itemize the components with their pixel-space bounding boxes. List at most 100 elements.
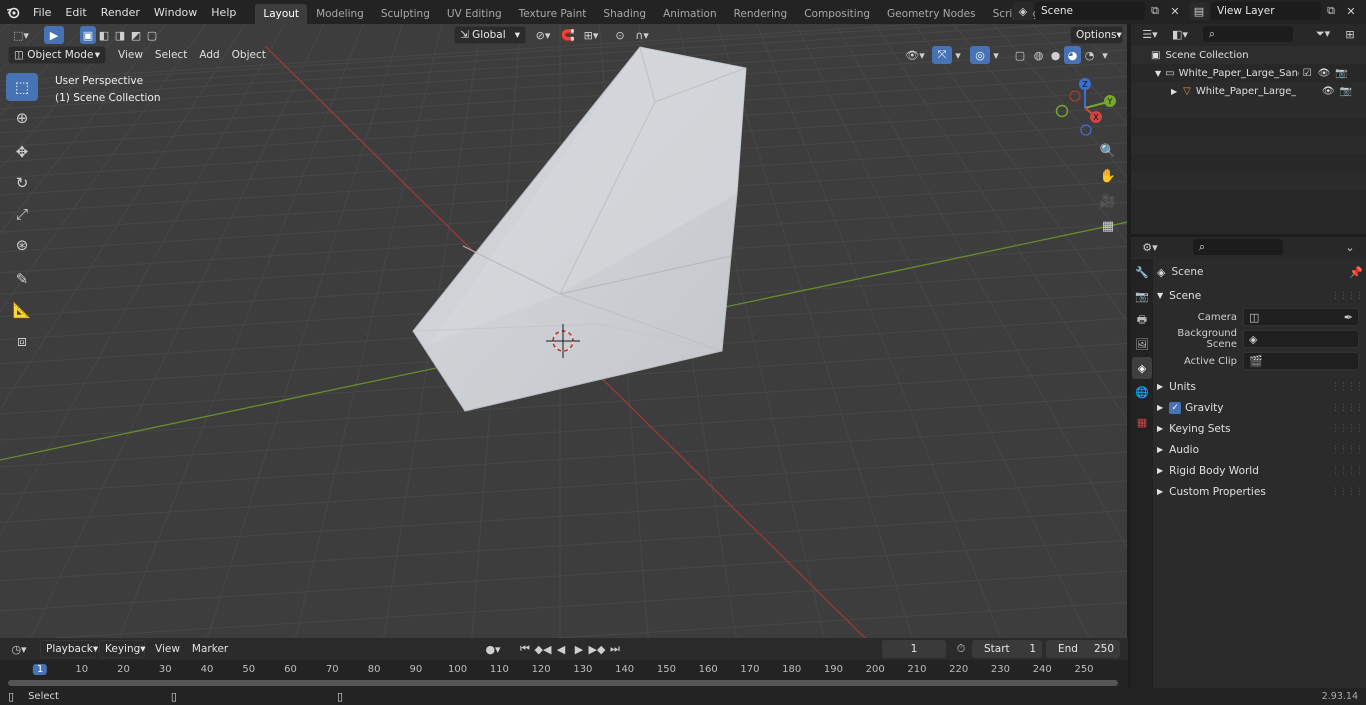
menu-view[interactable]: View: [112, 46, 149, 64]
tab-compositing[interactable]: Compositing: [796, 4, 878, 24]
custom-properties-panel-header[interactable]: ▶ Custom Properties ⋮⋮⋮⋮: [1157, 481, 1364, 502]
delete-view-layer-icon[interactable]: ✕: [1341, 2, 1361, 20]
output-tab-icon[interactable]: 🖶: [1132, 309, 1152, 331]
current-frame-indicator[interactable]: 1: [32, 664, 48, 675]
select-subtract-icon[interactable]: ◨: [112, 26, 128, 44]
pan-hand-icon[interactable]: ✋: [1097, 165, 1119, 187]
camera-render-icon[interactable]: 📷: [1340, 86, 1352, 97]
view-layer-icon[interactable]: ▤: [1189, 2, 1209, 20]
gizmo-neg-z[interactable]: [1080, 124, 1092, 136]
tab-uv-editing[interactable]: UV Editing: [439, 4, 510, 24]
new-view-layer-icon[interactable]: ⧉: [1321, 2, 1341, 20]
gravity-panel-header[interactable]: ▶ ✓ Gravity ⋮⋮⋮⋮: [1157, 397, 1364, 418]
zoom-icon[interactable]: 🔍: [1097, 140, 1119, 162]
audio-panel-header[interactable]: ▶ Audio ⋮⋮⋮⋮: [1157, 439, 1364, 460]
camera-field[interactable]: ◫ ✒: [1243, 308, 1359, 326]
measure-tool-icon[interactable]: 📐: [6, 296, 38, 324]
pin-icon[interactable]: 📌: [1349, 266, 1363, 279]
eye-icon[interactable]: 👁: [1322, 86, 1335, 97]
cursor-tool-icon[interactable]: ⊕: [6, 104, 38, 132]
gizmo-neg-x[interactable]: [1069, 90, 1081, 102]
navigation-gizmo[interactable]: Z Y X: [1050, 74, 1124, 140]
scene-field[interactable]: Scene: [1035, 2, 1145, 20]
play-reverse-icon[interactable]: ◀: [552, 640, 570, 658]
tab-animation[interactable]: Animation: [655, 4, 725, 24]
select-invert-icon[interactable]: ◩: [128, 26, 144, 44]
drag-handle-icon[interactable]: ⋮⋮⋮⋮: [1331, 445, 1364, 455]
select-extend-icon[interactable]: ◧: [96, 26, 112, 44]
gizmo-neg-y[interactable]: [1055, 104, 1069, 118]
editor-type-icon[interactable]: ⬚▾: [8, 26, 34, 44]
outliner-collection-row[interactable]: ▼ ▭ White_Paper_Large_Sandwich ☑ 👁 📷: [1131, 64, 1366, 82]
menu-object[interactable]: Object: [226, 46, 272, 64]
orientation-dropdown[interactable]: ⇲ Global ▾: [454, 26, 526, 44]
tab-layout[interactable]: Layout: [255, 4, 308, 24]
menu-add[interactable]: Add: [193, 46, 225, 64]
select-box-tool-icon[interactable]: ⬚: [6, 73, 38, 101]
drag-handle-icon[interactable]: ⋮⋮⋮⋮: [1331, 466, 1364, 476]
select-new-icon[interactable]: ▣: [80, 26, 96, 44]
outliner-object-row[interactable]: ▶ ▽ White_Paper_Large_Sanc 👁 📷: [1131, 82, 1366, 100]
eye-icon[interactable]: 👁: [1318, 68, 1331, 79]
menu-help[interactable]: Help: [204, 0, 243, 24]
chevron-down-icon[interactable]: ▾: [952, 46, 964, 64]
overlays-toggle-icon[interactable]: ◎: [970, 46, 990, 64]
mode-dropdown[interactable]: ◫ Object Mode ▾: [8, 46, 106, 64]
filter-icon[interactable]: ⏷▾: [1310, 25, 1336, 43]
pivot-point-icon[interactable]: ⊘▾: [530, 26, 556, 44]
drag-handle-icon[interactable]: ⋮⋮⋮⋮: [1331, 291, 1364, 301]
world-tab-icon[interactable]: 🌐: [1132, 381, 1152, 403]
rotate-tool-icon[interactable]: ↻: [6, 169, 38, 197]
start-frame-field[interactable]: Start 1: [972, 640, 1042, 658]
prev-keyframe-icon[interactable]: ◆◀: [534, 640, 552, 658]
drag-handle-icon[interactable]: ⋮⋮⋮⋮: [1331, 403, 1364, 413]
drag-handle-icon[interactable]: ⋮⋮⋮⋮: [1331, 424, 1364, 434]
tab-rendering[interactable]: Rendering: [726, 4, 796, 24]
gravity-checkbox[interactable]: ✓: [1169, 401, 1182, 414]
end-frame-field[interactable]: End 250: [1046, 640, 1120, 658]
eyedropper-icon[interactable]: ✒: [1344, 311, 1353, 324]
camera-view-icon[interactable]: 🎥: [1097, 190, 1119, 212]
active-clip-field[interactable]: 🎬: [1243, 352, 1359, 370]
view-layer-tab-icon[interactable]: 🖼: [1132, 333, 1152, 355]
menu-edit[interactable]: Edit: [58, 0, 93, 24]
scene-icon[interactable]: ◈: [1013, 2, 1033, 20]
tab-sculpting[interactable]: Sculpting: [373, 4, 438, 24]
view-layer-field[interactable]: View Layer: [1211, 2, 1321, 20]
perspective-toggle-icon[interactable]: ▦: [1097, 215, 1119, 237]
scene-tab-icon[interactable]: ◈: [1132, 357, 1152, 379]
timeline-ruler[interactable]: 1 10 20 30 40 50 60 70 80 90 100 110 120 130 140 150 160…: [0, 660, 1128, 688]
move-tool-icon[interactable]: ✥: [6, 138, 38, 166]
scale-tool-icon[interactable]: ⤢: [6, 200, 38, 228]
transform-tool-icon[interactable]: ⊛: [6, 231, 38, 259]
rigid-body-world-panel-header[interactable]: ▶ Rigid Body World ⋮⋮⋮⋮: [1157, 460, 1364, 481]
sandwich-paper-mesh[interactable]: [412, 46, 747, 412]
menu-select[interactable]: Select: [149, 46, 193, 64]
properties-editor-type-icon[interactable]: ⚙▾: [1137, 238, 1163, 256]
falloff-icon[interactable]: ∩▾: [630, 26, 654, 44]
annotate-tool-icon[interactable]: ✎: [6, 265, 38, 293]
3d-viewport[interactable]: ⬚▾ ▶ ▣ ◧ ◨ ◩ ▢ ⇲ Global ▾ ⊘▾ 🧲 ⊞▾ ⊙ ∩▾ Op…: [0, 24, 1128, 638]
units-panel-header[interactable]: ▶ Units ⋮⋮⋮⋮: [1157, 376, 1364, 397]
solid-shading-icon[interactable]: ●: [1047, 46, 1064, 64]
play-icon[interactable]: ▶: [570, 640, 588, 658]
proportional-edit-icon[interactable]: ⊙: [610, 26, 630, 44]
options-dropdown[interactable]: Options ▾: [1070, 26, 1123, 44]
select-intersect-icon[interactable]: ▢: [144, 26, 160, 44]
tab-modeling[interactable]: Modeling: [308, 4, 372, 24]
keying-sets-panel-header[interactable]: ▶ Keying Sets ⋮⋮⋮⋮: [1157, 418, 1364, 439]
gizmo-toggle-icon[interactable]: ⤧: [932, 46, 952, 64]
select-box-tool-icon[interactable]: ▶: [44, 26, 64, 44]
menu-render[interactable]: Render: [94, 0, 147, 24]
xray-toggle-icon[interactable]: ▢: [1010, 46, 1030, 64]
next-keyframe-icon[interactable]: ▶◆: [588, 640, 606, 658]
use-preview-range-icon[interactable]: ⏱: [951, 640, 971, 658]
menu-file[interactable]: File: [26, 0, 58, 24]
drag-handle-icon[interactable]: ⋮⋮⋮⋮: [1331, 487, 1364, 497]
render-tab-icon[interactable]: 📷: [1132, 285, 1152, 307]
outliner-search-input[interactable]: ⌕: [1203, 26, 1293, 42]
material-shading-icon[interactable]: ◕: [1064, 46, 1081, 64]
jump-end-icon[interactable]: ⏭: [606, 640, 624, 658]
rendered-shading-icon[interactable]: ◔: [1081, 46, 1098, 64]
keying-dropdown[interactable]: Keying ▾: [99, 640, 146, 658]
